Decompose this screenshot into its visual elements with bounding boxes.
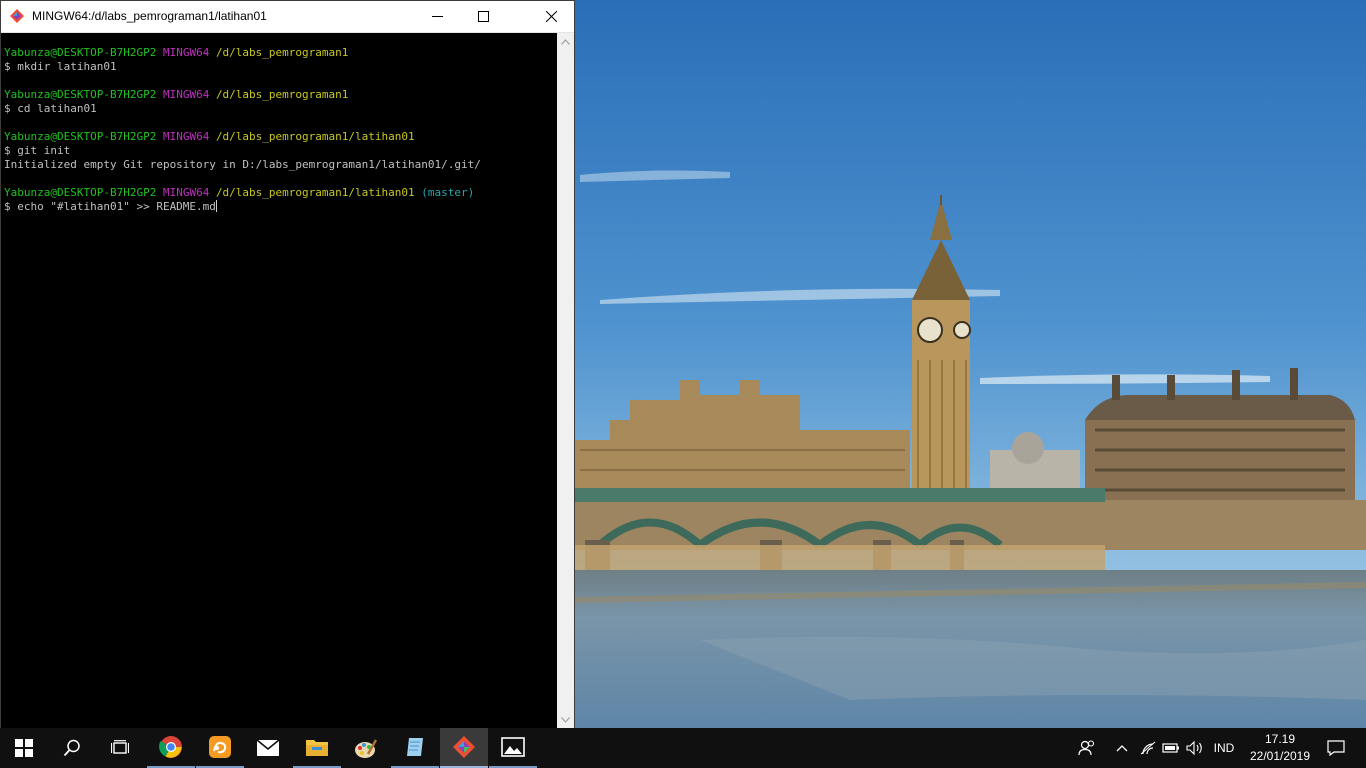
notification-icon bbox=[1327, 740, 1345, 756]
scroll-up-icon[interactable] bbox=[561, 37, 570, 46]
minimize-icon bbox=[431, 16, 443, 17]
command-line: $ git init bbox=[4, 144, 71, 157]
people-icon bbox=[1078, 740, 1095, 756]
clock[interactable]: 17.19 22/01/2019 bbox=[1244, 731, 1316, 765]
prompt-line: Yabunza@DESKTOP-B7H2GP2 MINGW64 /d/labs_… bbox=[4, 46, 349, 59]
task-view-button[interactable] bbox=[96, 728, 144, 768]
scroll-down-icon[interactable] bbox=[561, 715, 570, 724]
paint-icon bbox=[355, 739, 378, 758]
maximize-button[interactable] bbox=[460, 1, 506, 32]
window-titlebar[interactable]: MINGW64:/d/labs_pemrograman1/latihan01 bbox=[1, 1, 574, 33]
taskbar-photos[interactable] bbox=[489, 728, 537, 768]
chrome-icon bbox=[159, 736, 182, 758]
chevron-up-icon bbox=[1116, 745, 1128, 752]
output-line: Initialized empty Git repository in D:/l… bbox=[4, 158, 481, 171]
text-cursor bbox=[215, 200, 217, 212]
terminal-output[interactable]: Yabunza@DESKTOP-B7H2GP2 MINGW64 /d/labs_… bbox=[1, 33, 557, 728]
wifi-icon bbox=[1140, 741, 1156, 755]
git-branch: (master) bbox=[421, 186, 475, 199]
taskbar-mail[interactable] bbox=[244, 728, 292, 768]
vertical-scrollbar[interactable] bbox=[557, 33, 574, 728]
volume-icon bbox=[1186, 741, 1202, 755]
search-button[interactable] bbox=[48, 728, 96, 768]
terminal-window[interactable]: MINGW64:/d/labs_pemrograman1/latihan01 Y… bbox=[0, 0, 575, 728]
tray-battery[interactable] bbox=[1160, 728, 1182, 768]
tray-people[interactable] bbox=[1074, 728, 1100, 768]
taskbar: IND 17.19 22/01/2019 bbox=[0, 728, 1366, 768]
windows-start-icon bbox=[15, 739, 33, 757]
notepad-icon bbox=[407, 738, 423, 756]
taskbar-paint[interactable] bbox=[342, 728, 390, 768]
taskbar-git-bash[interactable] bbox=[440, 728, 488, 768]
tray-show-hidden[interactable] bbox=[1112, 728, 1132, 768]
command-line: $ mkdir latihan01 bbox=[4, 60, 117, 73]
task-view-icon bbox=[111, 740, 129, 754]
minimize-button[interactable] bbox=[414, 1, 460, 32]
taskbar-chrome[interactable] bbox=[147, 728, 195, 768]
clock-date: 22/01/2019 bbox=[1249, 749, 1311, 763]
maximize-icon bbox=[477, 11, 489, 22]
prompt-line: Yabunza@DESKTOP-B7H2GP2 MINGW64 /d/labs_… bbox=[4, 130, 415, 143]
git-bash-icon bbox=[453, 736, 475, 758]
mail-icon bbox=[256, 739, 280, 756]
start-button[interactable] bbox=[0, 728, 48, 768]
window-title: MINGW64:/d/labs_pemrograman1/latihan01 bbox=[32, 9, 267, 23]
uc-browser-icon bbox=[209, 736, 231, 758]
search-icon bbox=[63, 739, 80, 757]
action-center-button[interactable] bbox=[1318, 728, 1354, 768]
prompt-line: Yabunza@DESKTOP-B7H2GP2 MINGW64 /d/labs_… bbox=[4, 186, 475, 199]
taskbar-uc-browser[interactable] bbox=[196, 728, 244, 768]
prompt-line: Yabunza@DESKTOP-B7H2GP2 MINGW64 /d/labs_… bbox=[4, 88, 349, 101]
clock-time: 17.19 bbox=[1264, 732, 1296, 746]
git-bash-icon bbox=[9, 8, 25, 24]
tray-network[interactable] bbox=[1138, 728, 1158, 768]
close-icon bbox=[545, 11, 557, 22]
language-indicator[interactable]: IND bbox=[1208, 728, 1240, 768]
taskbar-file-explorer[interactable] bbox=[293, 728, 341, 768]
current-command: $ echo "#latihan01" >> README.md bbox=[4, 200, 216, 213]
file-explorer-icon bbox=[306, 740, 328, 756]
close-button[interactable] bbox=[528, 1, 574, 32]
command-input-line[interactable]: $ echo "#latihan01" >> README.md bbox=[1, 200, 557, 214]
command-line: $ cd latihan01 bbox=[4, 102, 97, 115]
taskbar-notepad[interactable] bbox=[391, 728, 439, 768]
tray-volume[interactable] bbox=[1184, 728, 1206, 768]
battery-icon bbox=[1162, 743, 1179, 753]
photos-icon bbox=[501, 737, 525, 757]
